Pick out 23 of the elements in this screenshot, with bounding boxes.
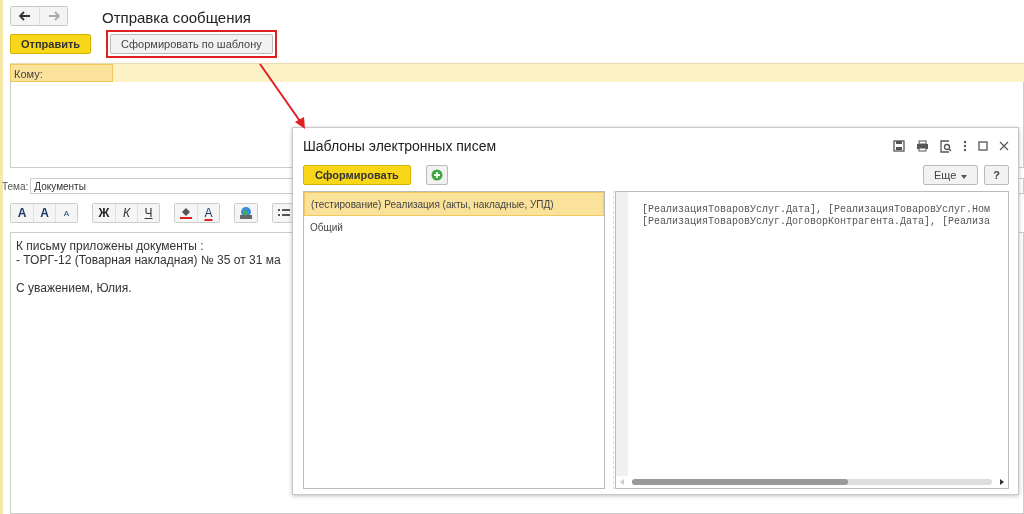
recipients-label: Кому: — [10, 64, 113, 82]
italic-button[interactable]: К — [115, 204, 137, 222]
generate-button[interactable]: Сформировать — [303, 165, 411, 185]
underline-button[interactable]: Ч — [137, 204, 159, 222]
send-button[interactable]: Отправить — [10, 34, 92, 54]
font-grow-button[interactable]: А — [33, 204, 55, 222]
window-title: Отправка сообщения — [102, 8, 251, 26]
bold-button[interactable]: Ж — [93, 204, 115, 222]
more-button[interactable]: Еще — [922, 165, 979, 185]
template-item[interactable]: (тестирование) Реализация (акты, накладные, УПД) — [304, 192, 604, 216]
subject-label: Тема: — [2, 180, 29, 192]
code-editor[interactable]: [РеализацияТоваровУслуг.Дата], [РеализацияТоваровУслуг.Ном [РеализацияТоваровУслуг.ДоговорКонтрагента.Дата], [Реализа — [615, 191, 1009, 489]
code-line: [РеализацияТоваровУслуг.ДоговорКонтрагента.Дата], [Реализа — [642, 216, 991, 228]
font-shrink-button[interactable]: А — [55, 204, 77, 222]
bold-button[interactable]: А — [11, 204, 33, 222]
dialog-title: Шаблоны электронных писем — [303, 138, 497, 154]
help-button[interactable]: ? — [984, 165, 1009, 185]
body-text: К письму приложены документы : — [16, 239, 205, 253]
font-color-button[interactable]: А — [197, 204, 219, 222]
code-line: [РеализацияТоваровУслуг.Дата], [РеализацияТоваровУслуг.Ном — [642, 204, 991, 216]
template-button[interactable]: Сформировать по шаблону — [110, 34, 273, 54]
body-text: - ТОРГ-12 (Товарная накладная) № 35 от 31 ма — [16, 253, 282, 267]
body-text: С уважением, Юлия. — [16, 281, 133, 295]
